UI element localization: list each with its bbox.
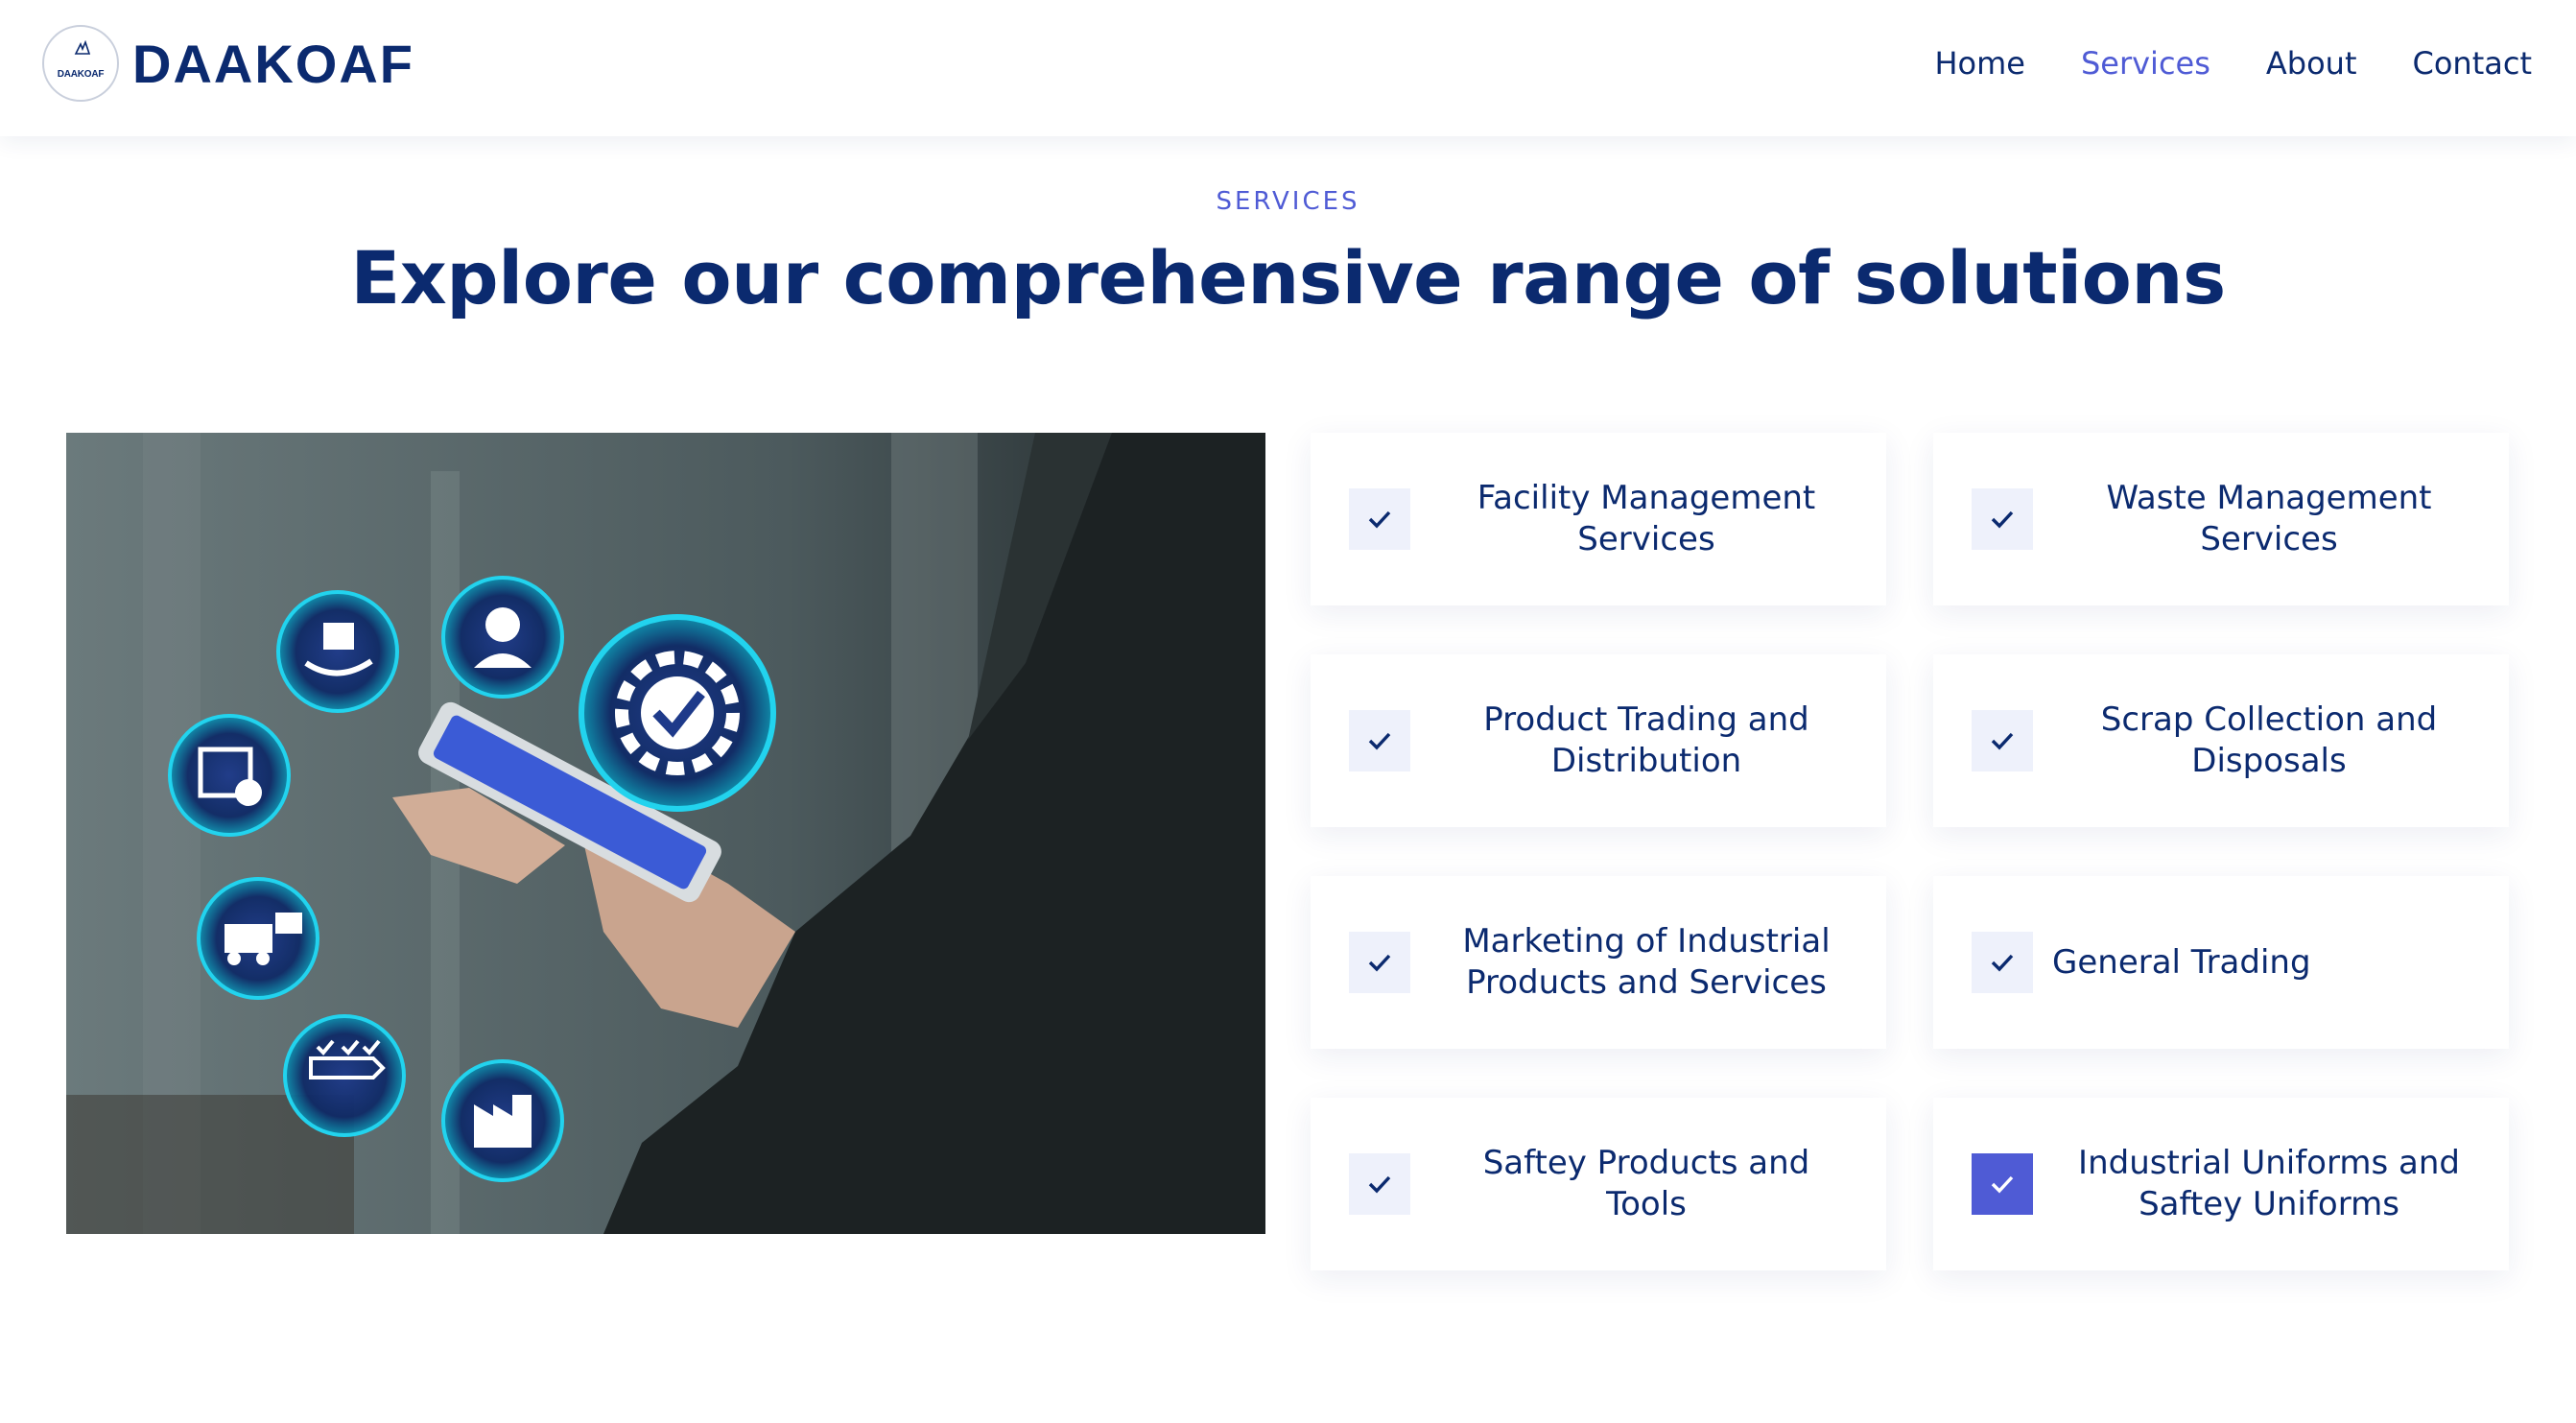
service-label: Industrial Uniforms and Saftey Uniforms <box>2078 1144 2460 1223</box>
service-card-safety-products[interactable]: Saftey Products and Tools <box>1311 1098 1886 1270</box>
service-label: Marketing of Industrial Products and Serv… <box>1462 922 1831 1002</box>
check-icon <box>1972 710 2033 771</box>
check-icon <box>1972 932 2033 993</box>
service-card-general-trading[interactable]: General Trading <box>1933 876 2509 1049</box>
check-icon <box>1972 1153 2033 1215</box>
service-card-scrap-collection[interactable]: Scrap Collection and Disposals <box>1933 654 2509 827</box>
nav-services[interactable]: Services <box>2081 42 2210 84</box>
service-label: Waste Management Services <box>2106 479 2432 558</box>
site-header: DAAKOAF DAAKOAF Home Services About Cont… <box>0 0 2576 136</box>
service-card-industrial-uniforms[interactable]: Industrial Uniforms and Saftey Uniforms <box>1933 1098 2509 1270</box>
nav-home[interactable]: Home <box>1934 42 2025 84</box>
check-icon <box>1349 1153 1410 1215</box>
check-icon <box>1349 710 1410 771</box>
brand-name[interactable]: DAAKOAF <box>132 35 414 94</box>
main-nav: Home Services About Contact <box>1879 42 2532 84</box>
hero-image <box>66 433 1265 1234</box>
logo-mark-icon <box>74 40 91 55</box>
service-label: Facility Management Services <box>1477 479 1816 558</box>
section-title: Explore our comprehensive range of solut… <box>350 235 2226 320</box>
service-label: Saftey Products and Tools <box>1482 1144 1810 1223</box>
nav-about[interactable]: About <box>2266 42 2357 84</box>
section-eyebrow: SERVICES <box>1216 187 1360 216</box>
service-label: General Trading <box>2052 942 2311 982</box>
service-card-product-trading[interactable]: Product Trading and Distribution <box>1311 654 1886 827</box>
logo-text: DAAKOAF <box>57 69 105 80</box>
check-icon <box>1349 932 1410 993</box>
service-label: Product Trading and Distribution <box>1483 700 1809 780</box>
check-icon <box>1972 488 2033 550</box>
service-label: Scrap Collection and Disposals <box>2100 700 2438 780</box>
nav-contact[interactable]: Contact <box>2413 42 2533 84</box>
service-card-marketing-industrial[interactable]: Marketing of Industrial Products and Serv… <box>1311 876 1886 1049</box>
service-card-waste-management[interactable]: Waste Management Services <box>1933 433 2509 605</box>
service-card-facility-management[interactable]: Facility Management Services <box>1311 433 1886 605</box>
logo[interactable]: DAAKOAF <box>42 25 119 102</box>
check-icon <box>1349 488 1410 550</box>
